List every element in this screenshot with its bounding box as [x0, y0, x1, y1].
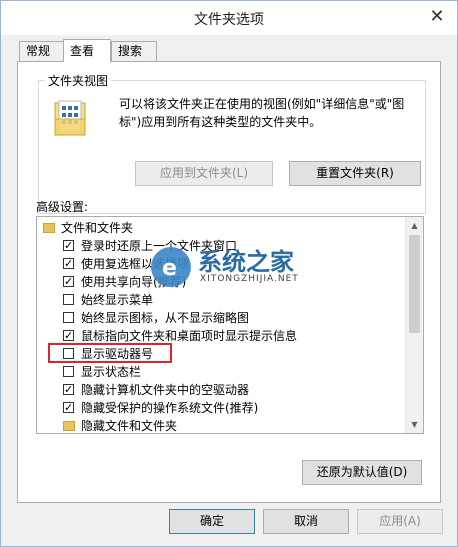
folder-view-group: 文件夹视图 可以将该文件夹正在使用的视图(例如"详细信息"或"图标")应用到所有… — [38, 72, 426, 214]
ok-button[interactable]: 确定 — [169, 509, 255, 534]
list-item: 隐藏文件和文件夹 — [37, 417, 405, 433]
folder-options-dialog: 文件夹选项 ✕ 常规 查看 搜索 文件夹视图 可以将该文件夹正在使用的视图(例如… — [0, 0, 458, 547]
item-label: 隐藏文件和文件夹 — [81, 419, 178, 433]
checkbox[interactable] — [63, 273, 74, 291]
apply-button[interactable]: 应用(A) — [357, 509, 443, 534]
tab-view[interactable]: 查看 — [63, 39, 111, 62]
list-item[interactable]: 使用共享向导(推荐) — [37, 273, 405, 291]
cancel-button[interactable]: 取消 — [263, 509, 349, 534]
list-item[interactable]: 显示驱动器号 — [37, 345, 405, 363]
checkbox[interactable] — [63, 312, 74, 323]
advanced-settings-list[interactable]: 文件和文件夹 登录时还原上一个文件夹窗口 使用复选框以选择项 使用共享向导(推荐… — [36, 216, 424, 434]
restore-defaults-button[interactable]: 还原为默认值(D) — [302, 460, 422, 485]
checkbox[interactable] — [63, 381, 74, 399]
item-label: 使用共享向导(推荐) — [81, 275, 187, 289]
folder-icon — [43, 223, 55, 233]
item-label: 隐藏计算机文件夹中的空驱动器 — [81, 383, 250, 397]
checkbox[interactable] — [63, 327, 74, 345]
list-item[interactable]: 始终显示菜单 — [37, 291, 405, 309]
advanced-settings-label: 高级设置: — [36, 200, 89, 214]
item-label: 隐藏受保护的操作系统文件(推荐) — [81, 401, 259, 415]
item-label: 显示状态栏 — [81, 365, 142, 379]
checkbox[interactable] — [63, 237, 74, 255]
list-item[interactable]: 登录时还原上一个文件夹窗口 — [37, 237, 405, 255]
checkbox[interactable] — [63, 366, 74, 377]
item-label: 显示驱动器号 — [81, 347, 154, 361]
vertical-scrollbar[interactable]: ▲ ▼ — [405, 217, 423, 433]
folder-view-description: 可以将该文件夹正在使用的视图(例如"详细信息"或"图标")应用到所有这种类型的文… — [119, 97, 405, 129]
folder-view-icon — [54, 100, 86, 136]
list-item[interactable]: 使用复选框以选择项 — [37, 255, 405, 273]
checkbox[interactable] — [63, 348, 74, 359]
checkbox[interactable] — [63, 255, 74, 273]
view-tab-page: 文件夹视图 可以将该文件夹正在使用的视图(例如"详细信息"或"图标")应用到所有… — [17, 61, 441, 503]
item-label: 始终显示菜单 — [81, 293, 154, 307]
item-label: 使用复选框以选择项 — [81, 257, 190, 271]
title-bar: 文件夹选项 ✕ — [1, 1, 457, 35]
apply-to-folders-button[interactable]: 应用到文件夹(L) — [135, 161, 273, 186]
list-item[interactable]: 始终显示图标，从不显示缩略图 — [37, 309, 405, 327]
folder-icon — [63, 421, 75, 431]
window-title: 文件夹选项 — [194, 12, 264, 28]
list-item[interactable]: 隐藏计算机文件夹中的空驱动器 — [37, 381, 405, 399]
scroll-up-icon[interactable]: ▲ — [406, 217, 423, 234]
checkbox[interactable] — [63, 399, 74, 417]
reset-folders-button[interactable]: 重置文件夹(R) — [289, 161, 421, 186]
scroll-down-icon[interactable]: ▼ — [406, 416, 423, 433]
item-label: 鼠标指向文件夹和桌面项时显示提示信息 — [81, 329, 298, 343]
tab-general[interactable]: 常规 — [19, 41, 65, 61]
list-item[interactable]: 鼠标指向文件夹和桌面项时显示提示信息 — [37, 327, 405, 345]
close-icon[interactable]: ✕ — [423, 5, 451, 27]
item-label: 登录时还原上一个文件夹窗口 — [81, 239, 238, 253]
item-label: 文件和文件夹 — [61, 221, 134, 235]
item-label: 始终显示图标，从不显示缩略图 — [81, 311, 250, 325]
scroll-thumb[interactable] — [409, 235, 420, 333]
list-item[interactable]: 隐藏受保护的操作系统文件(推荐) — [37, 399, 405, 417]
list-item: 文件和文件夹 — [37, 219, 405, 237]
folder-view-title: 文件夹视图 — [45, 72, 112, 89]
list-item[interactable]: 显示状态栏 — [37, 363, 405, 381]
checkbox[interactable] — [63, 294, 74, 305]
tab-search[interactable]: 搜索 — [111, 41, 157, 61]
